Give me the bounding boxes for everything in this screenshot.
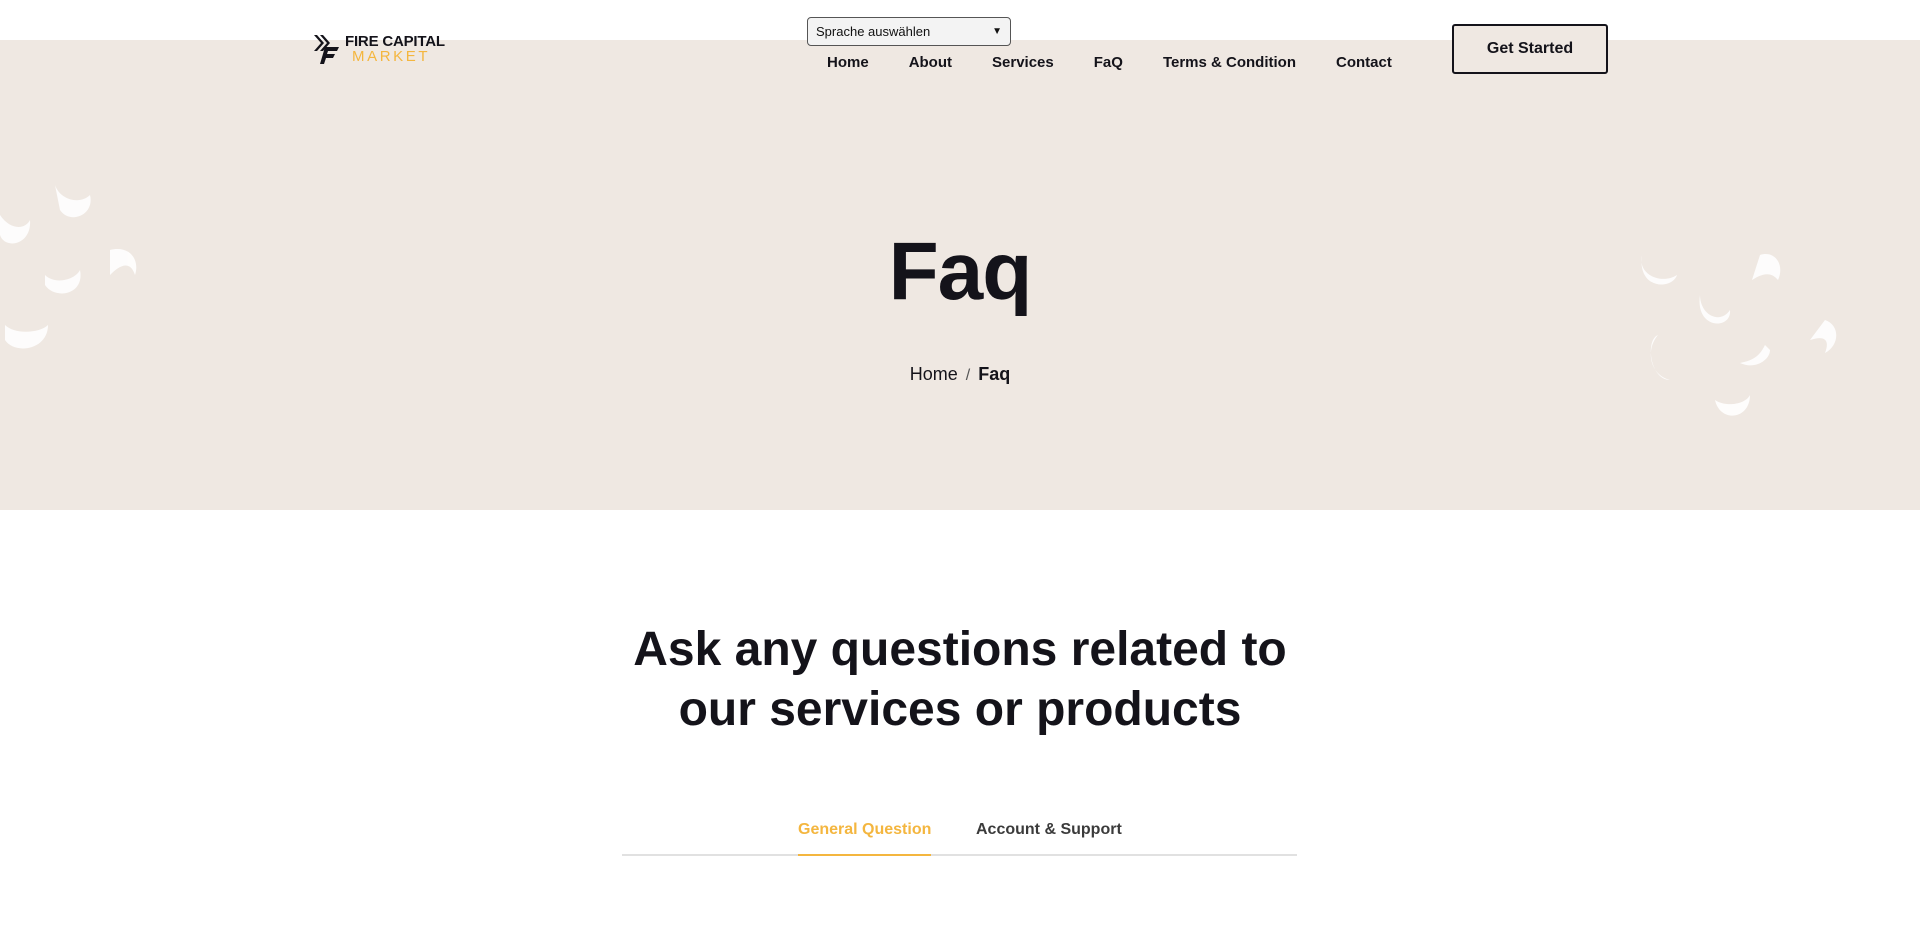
breadcrumb-home-link[interactable]: Home [910,364,958,384]
breadcrumb: Home / Faq [0,364,1920,385]
nav-about[interactable]: About [909,54,952,71]
chevron-down-icon: ▼ [992,26,1002,37]
site-logo[interactable]: FIRE CAPITAL MARKET [311,33,445,65]
breadcrumb-current: Faq [978,364,1011,384]
nav-contact[interactable]: Contact [1336,54,1392,71]
faq-title-line-1: Ask any questions related to [633,623,1287,676]
get-started-button[interactable]: Get Started [1452,24,1608,74]
page-title: Faq [888,226,1033,317]
tab-general-question[interactable]: General Question [798,821,932,856]
nav-terms[interactable]: Terms & Condition [1163,54,1296,71]
language-select[interactable]: Sprache auswählen ▼ [807,17,1011,46]
logo-text-bottom: MARKET [352,48,431,65]
nav-home[interactable]: Home [827,54,869,71]
language-select-value: Sprache auswählen [816,24,931,39]
logo-text-top: FIRE CAPITAL [345,33,445,50]
tab-account-support[interactable]: Account & Support [976,821,1122,856]
logo-mark-icon [314,35,339,64]
nav-services[interactable]: Services [992,54,1054,71]
faq-tabs: General Question Account & Support [622,812,1297,856]
main-nav: Home About Services FaQ Terms & Conditio… [827,54,1392,71]
faq-title-line-2: our services or products [678,683,1242,736]
faq-section-title: Ask any questions related to our service… [0,620,1920,740]
breadcrumb-separator: / [965,367,971,384]
nav-faq[interactable]: FaQ [1094,54,1123,71]
